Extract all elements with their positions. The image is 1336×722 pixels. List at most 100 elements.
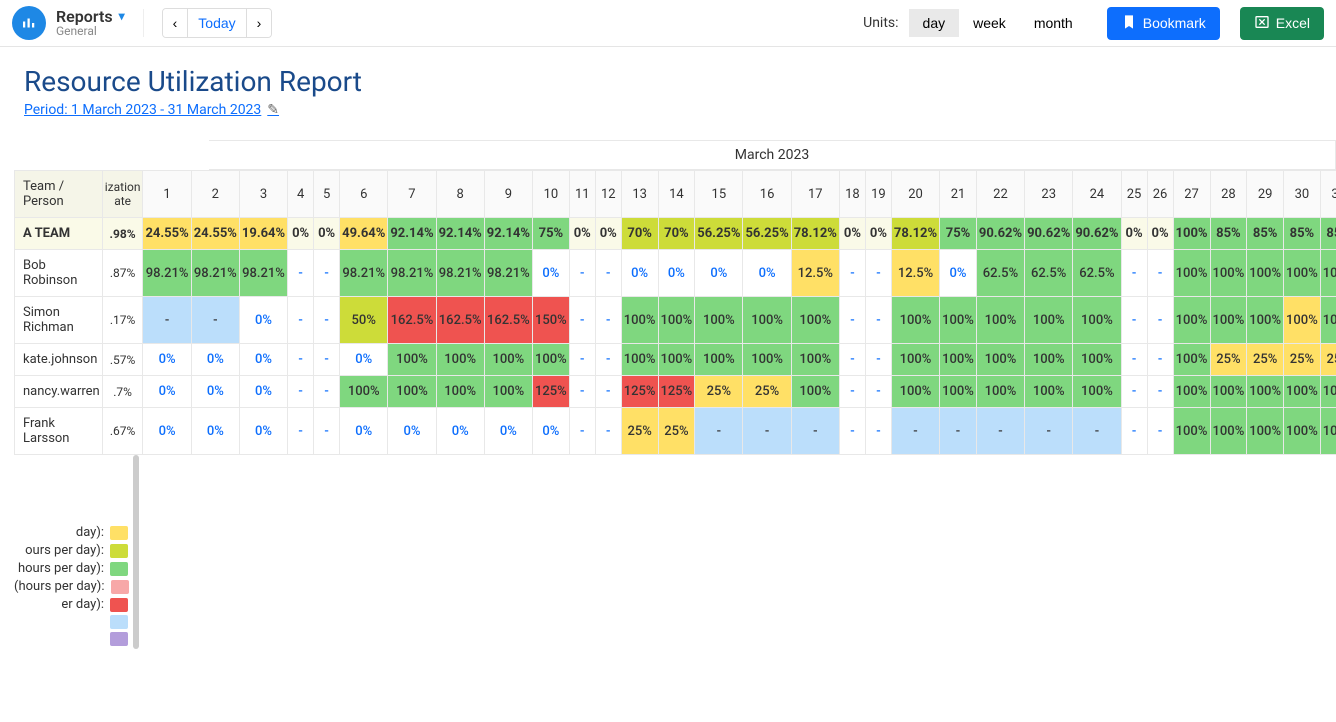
utilization-cell[interactable]: -: [288, 408, 314, 455]
utilization-cell[interactable]: 70%: [621, 218, 658, 250]
utilization-cell[interactable]: -: [839, 344, 865, 376]
utilization-cell[interactable]: 100%: [436, 376, 484, 408]
utilization-cell[interactable]: 0%: [191, 344, 239, 376]
utilization-cell[interactable]: 100%: [533, 344, 570, 376]
utilization-cell[interactable]: 85%: [1320, 218, 1336, 250]
utilization-cell[interactable]: 25%: [695, 376, 743, 408]
utilization-cell[interactable]: -: [314, 250, 340, 297]
utilization-cell[interactable]: 100%: [1247, 250, 1284, 297]
utilization-cell[interactable]: 100%: [1284, 408, 1321, 455]
utilization-cell[interactable]: 100%: [1247, 376, 1284, 408]
utilization-cell[interactable]: -: [569, 344, 595, 376]
utilization-cell[interactable]: 85%: [1284, 218, 1321, 250]
utilization-cell[interactable]: 85%: [1247, 218, 1284, 250]
utilization-cell[interactable]: 100%: [791, 344, 839, 376]
utilization-cell[interactable]: 100%: [1210, 376, 1247, 408]
utilization-cell[interactable]: 98.21%: [436, 250, 484, 297]
utilization-cell[interactable]: 25%: [1284, 344, 1321, 376]
utilization-cell[interactable]: -: [595, 297, 621, 344]
utilization-cell[interactable]: 0%: [839, 218, 865, 250]
utilization-cell[interactable]: 100%: [891, 376, 939, 408]
utilization-cell[interactable]: -: [1147, 344, 1173, 376]
utilization-cell[interactable]: 0%: [743, 250, 791, 297]
row-name[interactable]: A TEAM: [15, 218, 103, 250]
utilization-cell[interactable]: -: [595, 408, 621, 455]
utilization-cell[interactable]: 0%: [533, 408, 570, 455]
utilization-cell[interactable]: 56.25%: [695, 218, 743, 250]
utilization-cell[interactable]: 92.14%: [388, 218, 436, 250]
utilization-cell[interactable]: 70%: [658, 218, 695, 250]
utilization-cell[interactable]: 0%: [940, 250, 977, 297]
utilization-cell[interactable]: 0%: [695, 250, 743, 297]
utilization-cell[interactable]: 100%: [1284, 250, 1321, 297]
utilization-cell[interactable]: -: [143, 297, 191, 344]
utilization-cell[interactable]: -: [569, 408, 595, 455]
utilization-cell[interactable]: 100%: [976, 344, 1024, 376]
utilization-cell[interactable]: 0%: [621, 250, 658, 297]
utilization-cell[interactable]: 25%: [621, 408, 658, 455]
utilization-cell[interactable]: -: [940, 408, 977, 455]
utilization-cell[interactable]: 78.12%: [791, 218, 839, 250]
utilization-cell[interactable]: -: [1121, 344, 1147, 376]
utilization-cell[interactable]: 100%: [940, 376, 977, 408]
utilization-cell[interactable]: 125%: [621, 376, 658, 408]
utilization-cell[interactable]: 0%: [340, 408, 388, 455]
utilization-cell[interactable]: 100%: [940, 344, 977, 376]
utilization-cell[interactable]: 0%: [239, 297, 287, 344]
row-name[interactable]: Simon Richman: [15, 297, 103, 344]
utilization-cell[interactable]: 75%: [940, 218, 977, 250]
utilization-cell[interactable]: -: [288, 344, 314, 376]
utilization-cell[interactable]: -: [791, 408, 839, 455]
utilization-cell[interactable]: 100%: [340, 376, 388, 408]
bookmark-button[interactable]: Bookmark: [1107, 7, 1220, 40]
next-button[interactable]: ›: [246, 9, 272, 37]
utilization-cell[interactable]: -: [569, 250, 595, 297]
utilization-cell[interactable]: 25%: [658, 408, 695, 455]
utilization-cell[interactable]: 100%: [1073, 297, 1121, 344]
utilization-cell[interactable]: -: [865, 250, 891, 297]
utilization-cell[interactable]: 12.5%: [891, 250, 939, 297]
utilization-cell[interactable]: -: [1121, 250, 1147, 297]
utilization-cell[interactable]: -: [191, 297, 239, 344]
utilization-cell[interactable]: 100%: [1210, 408, 1247, 455]
utilization-cell[interactable]: -: [1121, 297, 1147, 344]
utilization-cell[interactable]: 100%: [891, 297, 939, 344]
row-name[interactable]: nancy.warren: [15, 376, 103, 408]
utilization-cell[interactable]: 150%: [533, 297, 570, 344]
unit-day-button[interactable]: day: [909, 9, 960, 37]
utilization-cell[interactable]: -: [1121, 408, 1147, 455]
today-button[interactable]: Today: [187, 9, 245, 37]
row-name[interactable]: Frank Larsson: [15, 408, 103, 455]
utilization-cell[interactable]: 100%: [1073, 344, 1121, 376]
utilization-cell[interactable]: -: [569, 297, 595, 344]
utilization-cell[interactable]: 100%: [658, 344, 695, 376]
utilization-cell[interactable]: -: [839, 376, 865, 408]
utilization-cell[interactable]: -: [976, 408, 1024, 455]
utilization-cell[interactable]: 25%: [1247, 344, 1284, 376]
utilization-cell[interactable]: 0%: [1147, 218, 1173, 250]
utilization-cell[interactable]: 162.5%: [436, 297, 484, 344]
utilization-cell[interactable]: 100%: [621, 297, 658, 344]
utilization-cell[interactable]: 0%: [191, 408, 239, 455]
utilization-cell[interactable]: 125%: [658, 376, 695, 408]
utilization-cell[interactable]: 100%: [1173, 297, 1210, 344]
utilization-cell[interactable]: 56.25%: [743, 218, 791, 250]
utilization-cell[interactable]: 0%: [143, 408, 191, 455]
utilization-cell[interactable]: -: [865, 297, 891, 344]
utilization-cell[interactable]: 62.5%: [1073, 250, 1121, 297]
utilization-cell[interactable]: 98.21%: [340, 250, 388, 297]
utilization-cell[interactable]: 24.55%: [143, 218, 191, 250]
utilization-cell[interactable]: 0%: [388, 408, 436, 455]
utilization-cell[interactable]: 25%: [1320, 344, 1336, 376]
utilization-cell[interactable]: 78.12%: [891, 218, 939, 250]
utilization-cell[interactable]: 92.14%: [436, 218, 484, 250]
utilization-cell[interactable]: -: [314, 297, 340, 344]
utilization-cell[interactable]: 0%: [436, 408, 484, 455]
utilization-cell[interactable]: 98.21%: [484, 250, 532, 297]
utilization-cell[interactable]: -: [569, 376, 595, 408]
utilization-cell[interactable]: 100%: [436, 344, 484, 376]
utilization-cell[interactable]: 98.21%: [191, 250, 239, 297]
utilization-cell[interactable]: 100%: [1173, 376, 1210, 408]
utilization-cell[interactable]: 98.21%: [388, 250, 436, 297]
prev-button[interactable]: ‹: [163, 9, 188, 37]
